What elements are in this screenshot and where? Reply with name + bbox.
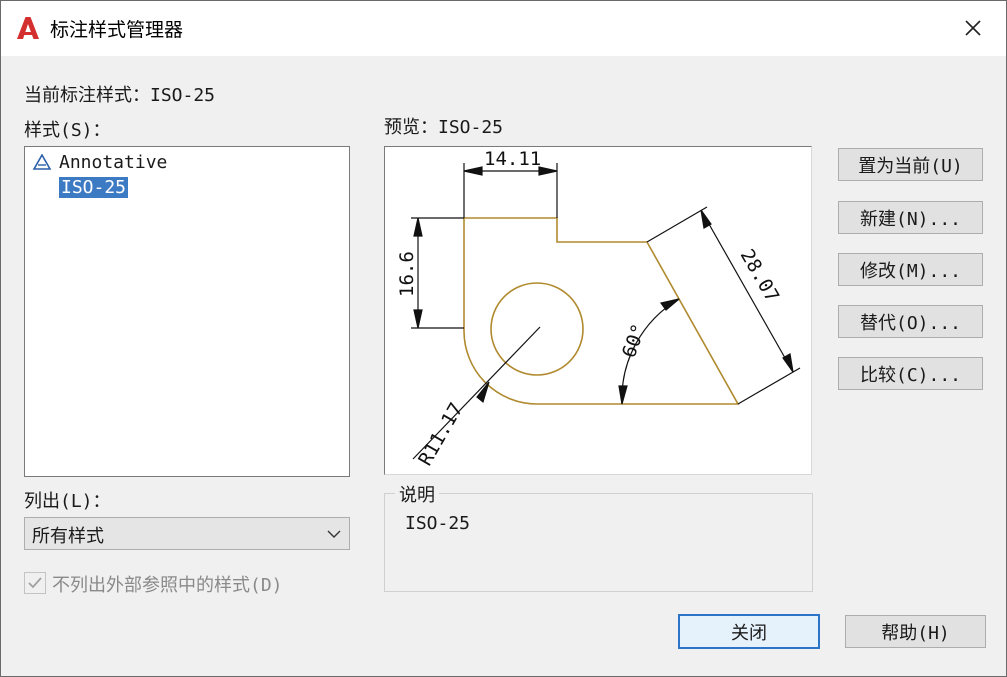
dim-28-07: 28.07	[736, 246, 784, 307]
help-button[interactable]: 帮助(H)	[845, 615, 986, 648]
preview-drawing: 14.11 16.6 28.07 60° R11.17	[396, 148, 801, 470]
list-item-iso-25[interactable]: ISO-25	[33, 176, 129, 200]
description-text: ISO-25	[405, 513, 471, 534]
set-current-button[interactable]: 置为当前(U)	[838, 148, 983, 181]
list-item-label: ISO-25	[59, 177, 129, 198]
chevron-down-icon	[327, 530, 341, 538]
annotative-icon	[33, 154, 51, 170]
list-select[interactable]: 所有样式	[24, 517, 350, 550]
dialog-title: 标注样式管理器	[50, 19, 184, 41]
autocad-logo-icon	[17, 17, 39, 39]
list-select-value: 所有样式	[32, 526, 104, 547]
modify-button[interactable]: 修改(M)...	[838, 253, 983, 286]
compare-button[interactable]: 比较(C)...	[838, 357, 983, 390]
xref-checkbox-label: 不列出外部参照中的样式(D)	[52, 575, 283, 596]
override-button[interactable]: 替代(O)...	[838, 305, 983, 338]
preview-dimension-text: 14.11 16.6 28.07 60° R11.17	[396, 148, 783, 470]
dim-r11-17: R11.17	[414, 399, 467, 469]
preview-label: 预览：	[384, 117, 438, 138]
list-label: 列出(L)：	[24, 491, 111, 512]
preview-pane: 14.11 16.6 28.07 60° R11.17	[384, 146, 812, 475]
checkmark-icon	[28, 577, 42, 589]
title-bar: 标注样式管理器	[0, 0, 1007, 56]
styles-label: 样式(S)：	[24, 120, 111, 141]
preview-style-name: ISO-25	[438, 117, 504, 138]
close-button[interactable]: 关闭	[678, 614, 820, 649]
close-icon[interactable]	[959, 14, 987, 42]
new-button[interactable]: 新建(N)...	[838, 201, 983, 234]
list-item-annotative[interactable]: Annotative	[33, 151, 167, 175]
current-style-label: 当前标注样式：	[24, 85, 150, 106]
styles-listbox[interactable]: Annotative ISO-25	[24, 146, 350, 477]
description-label: 说明	[395, 481, 439, 507]
preview-label-row: 预览：ISO-25	[384, 113, 503, 139]
current-style-row: 当前标注样式：ISO-25	[24, 81, 215, 107]
description-group	[384, 493, 813, 592]
xref-checkbox[interactable]	[24, 572, 46, 594]
dim-14-11: 14.11	[484, 148, 541, 170]
preview-geometry	[463, 217, 740, 405]
preview-dimensions	[411, 163, 801, 460]
list-item-label: Annotative	[59, 152, 168, 173]
dim-60-deg: 60°	[618, 321, 650, 361]
current-style-value: ISO-25	[150, 85, 216, 106]
dim-16-6: 16.6	[396, 251, 418, 297]
